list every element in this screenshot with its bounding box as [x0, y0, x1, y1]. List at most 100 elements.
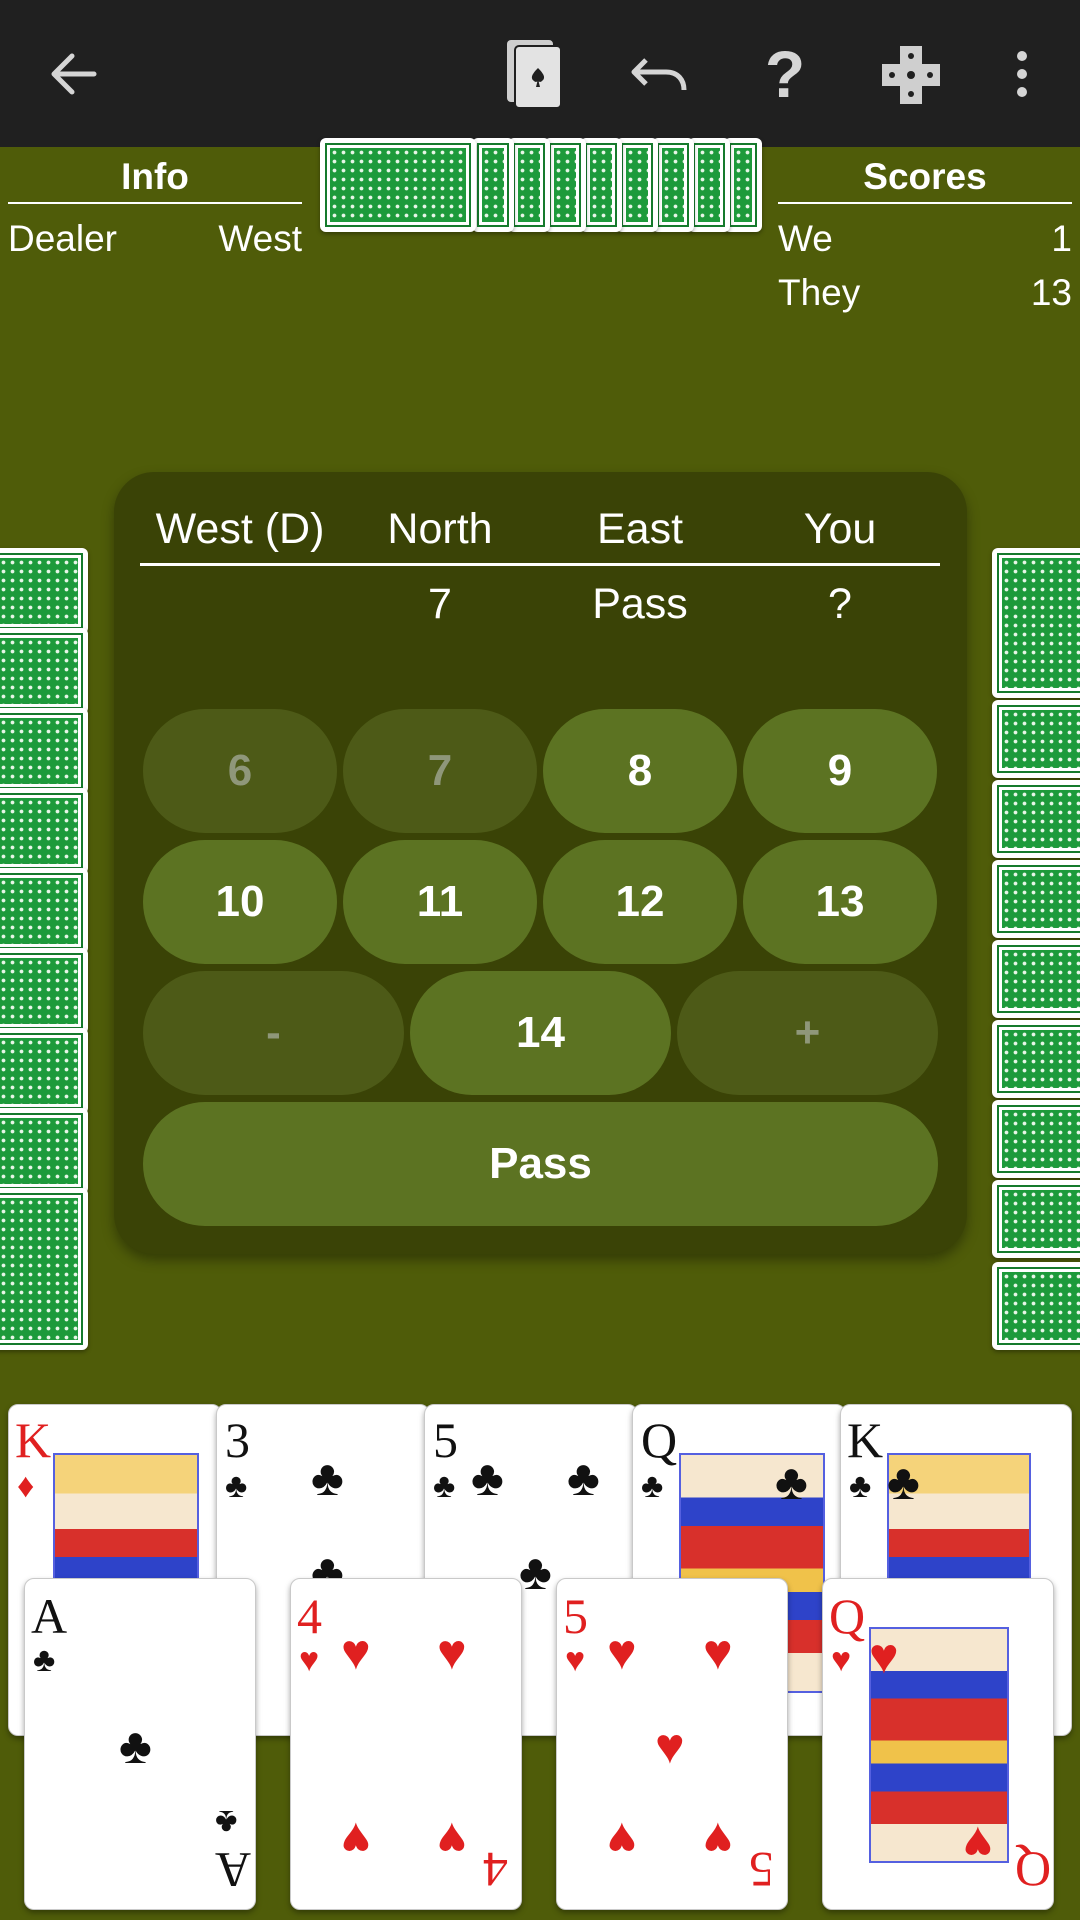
bid-header-you: You [803, 505, 877, 553]
heart-icon: ♥ [655, 1718, 685, 1774]
score-they-value: 13 [1030, 272, 1072, 313]
hand-card-5-hearts[interactable]: 5 ♥ ♥ ♥ ♥ ♥ ♥ 5 [556, 1578, 788, 1910]
pass-button[interactable]: Pass [143, 1102, 938, 1226]
heart-icon: ♥ [831, 1641, 852, 1679]
bid-button-12[interactable]: 12 [543, 840, 737, 964]
bid-you: ? [828, 580, 852, 628]
bid-divider [140, 563, 940, 566]
card-rank: K [847, 1412, 884, 1468]
card-rank: 5 [563, 1588, 588, 1644]
east-card-back [992, 700, 1080, 778]
east-card-back [992, 940, 1080, 1018]
east-card-back [992, 860, 1080, 938]
heart-icon: ♥ [963, 1816, 993, 1872]
score-we-value: 1 [1051, 218, 1072, 259]
club-icon: ♣ [887, 1454, 920, 1510]
bid-button-10[interactable]: 10 [143, 840, 337, 964]
north-card-back [652, 138, 694, 232]
heart-icon: ♥ [341, 1812, 371, 1868]
card-rank: 5 [749, 1842, 774, 1898]
bid-button-13[interactable]: 13 [743, 840, 937, 964]
card-rank: Q [1015, 1842, 1052, 1898]
west-card-back [0, 1028, 88, 1114]
club-icon: ♣ [775, 1454, 808, 1510]
west-card-back [0, 868, 88, 954]
heart-icon: ♥ [299, 1641, 320, 1679]
dealer-label: Dealer [8, 218, 117, 259]
heart-icon: ♥ [703, 1624, 733, 1680]
score-we-label: We [778, 218, 833, 259]
north-card-back [472, 138, 514, 232]
hand-card-queen-hearts[interactable]: Q ♥ ♥ ♥ Q [822, 1578, 1054, 1910]
north-card-back [320, 138, 476, 232]
undo-icon[interactable] [625, 44, 695, 104]
scores-title: Scores [778, 156, 1072, 204]
card-rank: A [31, 1588, 68, 1644]
west-card-back [0, 1188, 88, 1350]
heart-icon: ♥ [437, 1812, 467, 1868]
west-card-back [0, 1108, 88, 1194]
bid-east: Pass [592, 580, 688, 628]
west-card-back [0, 708, 88, 794]
hand-card-ace-clubs[interactable]: A ♣ ♣ ♣ A [24, 1578, 256, 1910]
east-card-back [992, 780, 1080, 858]
bid-button-8[interactable]: 8 [543, 709, 737, 833]
bid-header-west: West (D) [155, 505, 325, 553]
north-card-back [544, 138, 586, 232]
card-rank: Q [641, 1412, 678, 1468]
club-icon: ♣ [567, 1450, 600, 1506]
score-they-label: They [778, 272, 861, 313]
north-card-back [688, 138, 730, 232]
club-icon: ♣ [849, 1467, 872, 1505]
bid-button-14[interactable]: 14 [410, 971, 671, 1095]
club-icon: ♣ [33, 1641, 56, 1679]
west-card-back [0, 948, 88, 1034]
east-card-back [992, 1262, 1080, 1350]
club-icon: ♣ [433, 1467, 456, 1505]
west-card-back [0, 628, 88, 714]
card-rank: 4 [297, 1588, 322, 1644]
bid-increase-button[interactable]: + [677, 971, 938, 1095]
heart-icon: ♥ [341, 1624, 371, 1680]
top-app-bar: ? [0, 0, 1080, 147]
help-icon[interactable]: ? [755, 37, 815, 111]
hand-card-4-hearts[interactable]: 4 ♥ ♥ ♥ ♥ ♥ 4 [290, 1578, 522, 1910]
club-icon: ♣ [225, 1467, 248, 1505]
bid-button-6[interactable]: 6 [143, 709, 337, 833]
card-rank: 5 [433, 1412, 458, 1468]
score-they-row: They 13 [778, 272, 1072, 314]
dealer-row: Dealer West [8, 218, 302, 260]
bid-header-north: North [387, 505, 493, 553]
card-rank: 4 [483, 1842, 508, 1898]
club-icon: ♣ [215, 1803, 238, 1841]
bid-decrease-button[interactable]: - [143, 971, 404, 1095]
cards-icon[interactable] [498, 38, 570, 110]
bid-header-east: East [596, 505, 684, 553]
dealer-value: West [218, 218, 302, 259]
card-rank: K [15, 1412, 52, 1468]
north-card-back [616, 138, 658, 232]
back-arrow-icon[interactable] [40, 44, 106, 104]
puzzle-icon[interactable] [876, 40, 946, 110]
club-icon: ♣ [519, 1544, 552, 1600]
east-card-back [992, 1100, 1080, 1178]
bid-button-11[interactable]: 11 [343, 840, 537, 964]
score-we-row: We 1 [778, 218, 1072, 260]
west-card-back [0, 788, 88, 874]
heart-icon: ♥ [869, 1628, 899, 1684]
east-card-back [992, 1020, 1080, 1098]
more-vert-icon[interactable] [1000, 44, 1044, 104]
bid-button-7[interactable]: 7 [343, 709, 537, 833]
bid-button-9[interactable]: 9 [743, 709, 937, 833]
heart-icon: ♥ [703, 1812, 733, 1868]
north-card-back [580, 138, 622, 232]
club-icon: ♣ [119, 1718, 152, 1774]
north-card-back [508, 138, 550, 232]
diamond-icon: ♦ [17, 1467, 35, 1505]
card-rank: Q [829, 1588, 866, 1644]
west-card-back [0, 548, 88, 634]
heart-icon: ♥ [437, 1624, 467, 1680]
east-card-back [992, 548, 1080, 698]
card-rank: 3 [225, 1412, 250, 1468]
heart-icon: ♥ [607, 1812, 637, 1868]
